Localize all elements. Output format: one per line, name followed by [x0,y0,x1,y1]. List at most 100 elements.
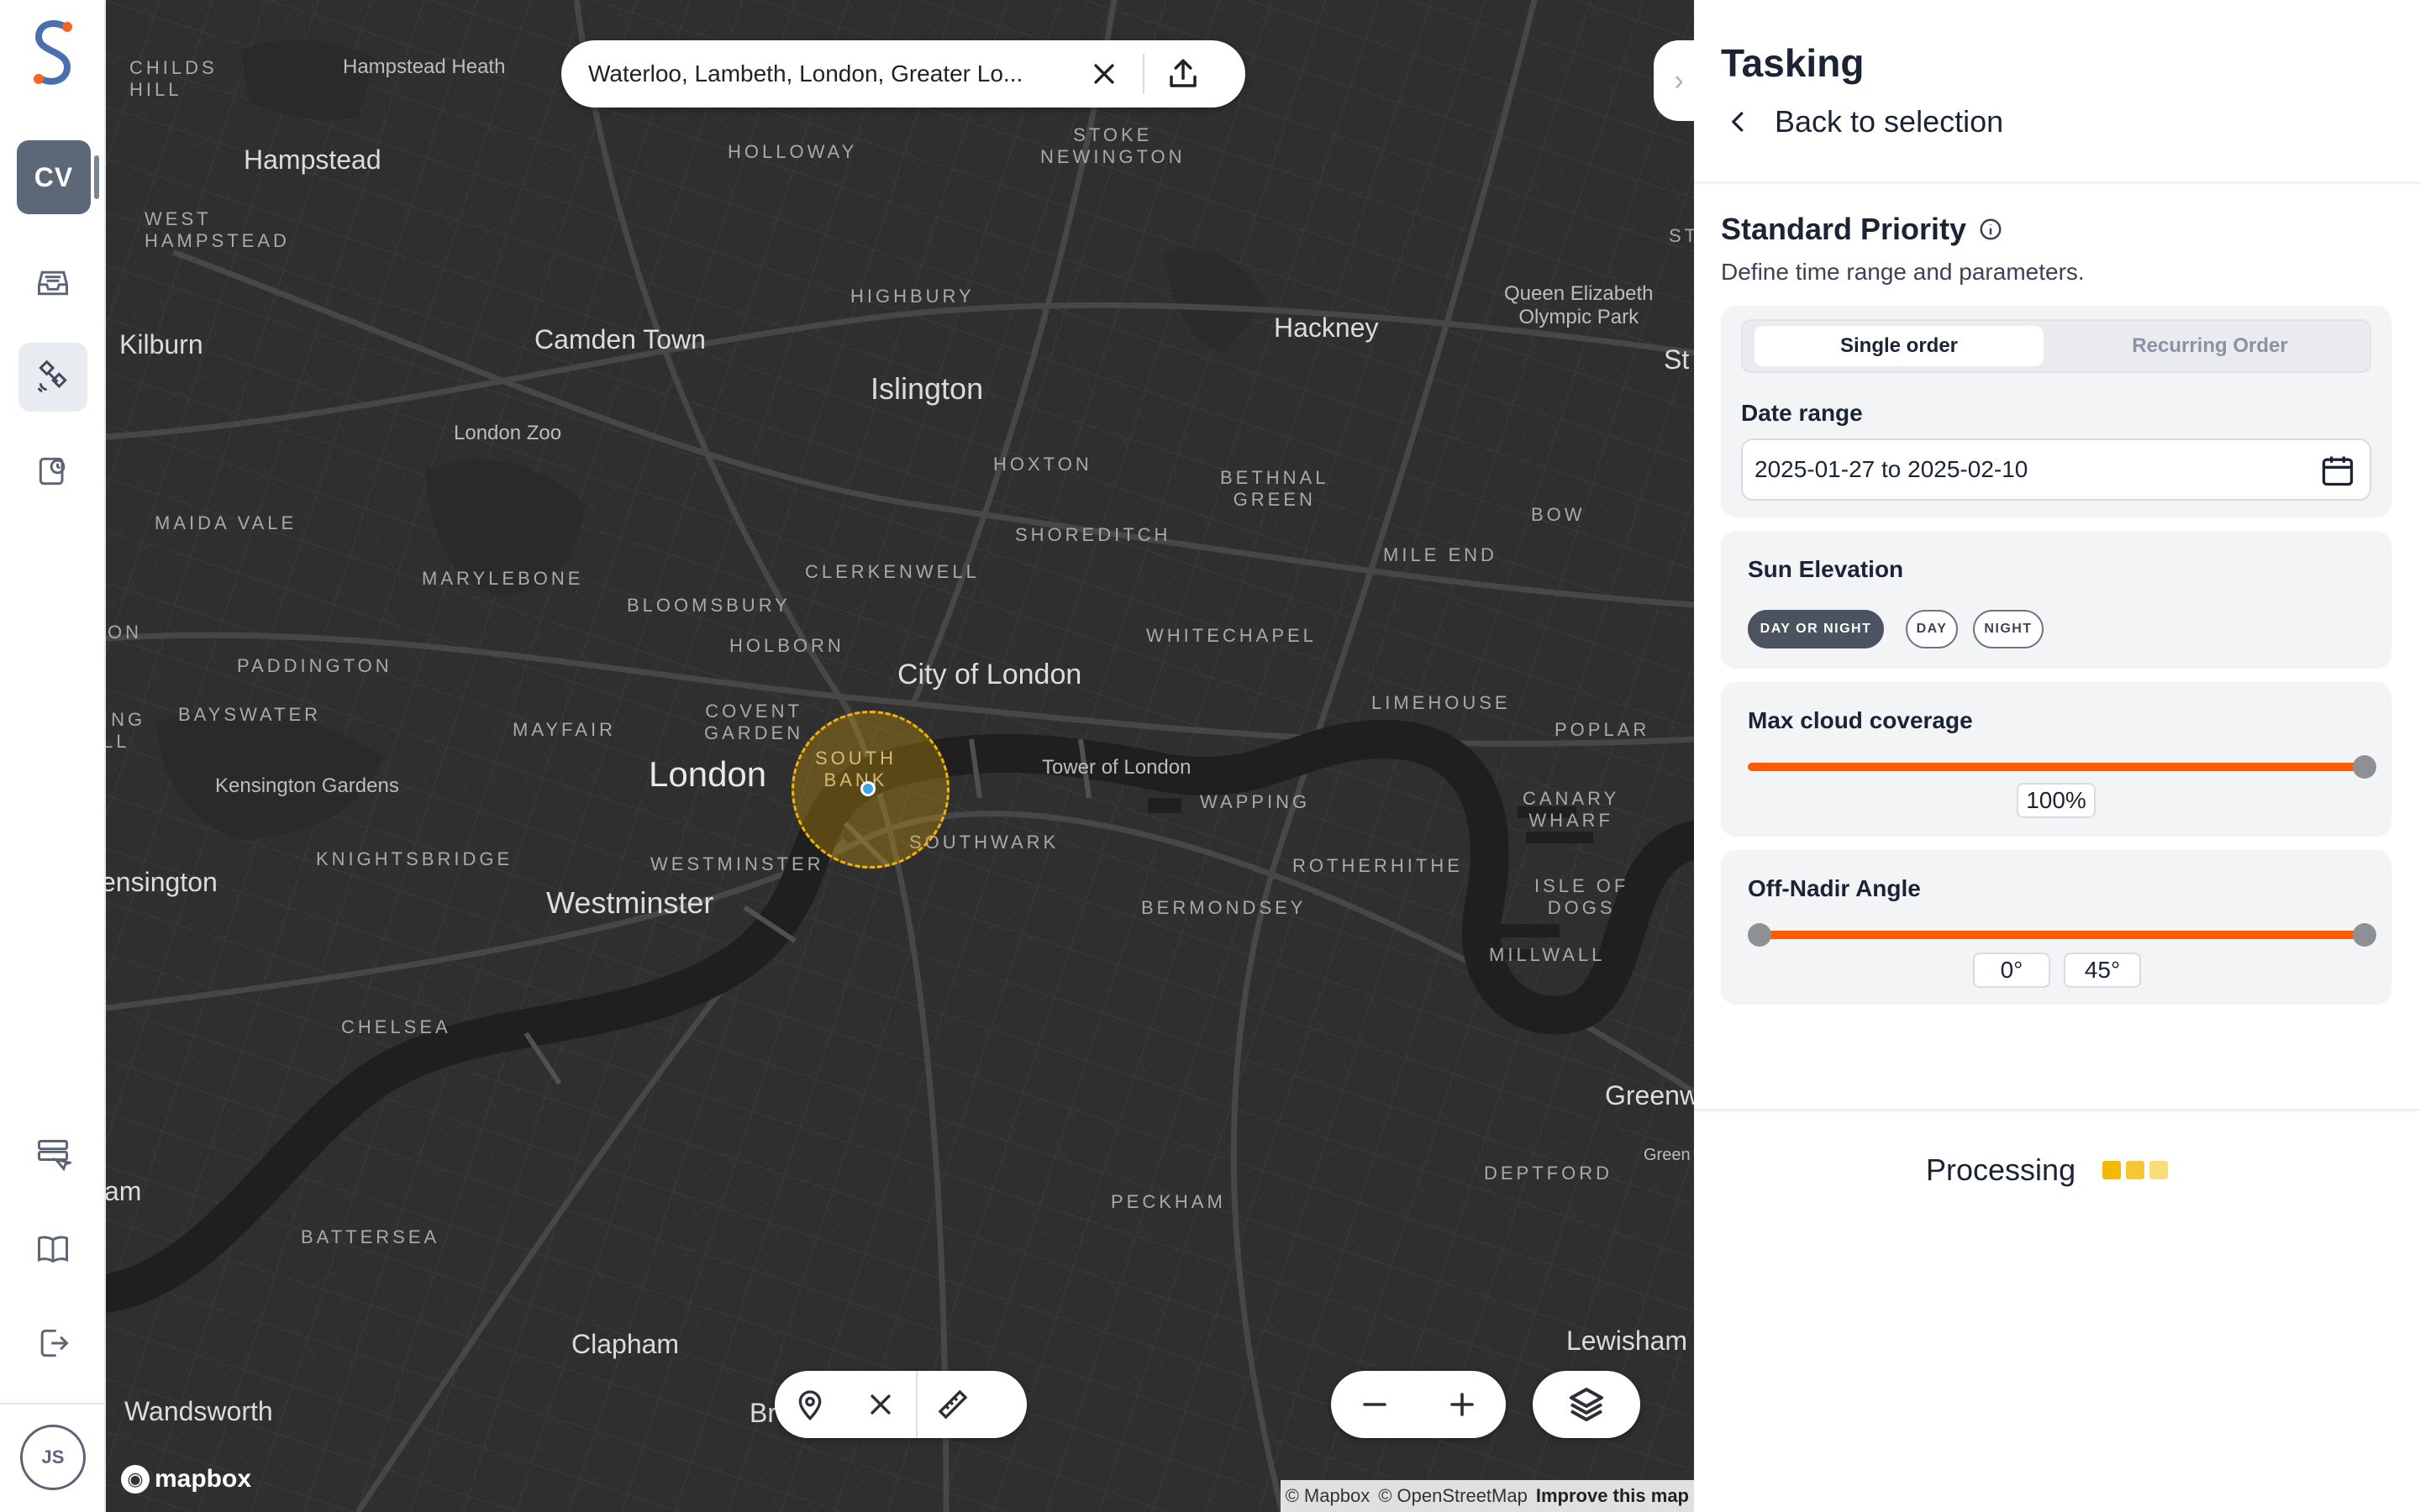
inbox-button[interactable] [18,249,87,318]
location-search: Waterloo, Lambeth, London, Greater Lo... [561,40,1245,108]
processing-dot [2102,1161,2122,1179]
place-label: LIMEHOUSE [1371,692,1511,713]
map-canvas[interactable]: CHILDS HILL Hampstead Heath Hampstead WES… [106,0,1694,1512]
place-label: Hampstead [244,144,381,175]
processing-dot [2126,1161,2145,1179]
nadir-min-value: 0° [1973,953,2050,988]
collapse-panel-button[interactable]: › [1654,40,1694,121]
nadir-max-handle[interactable] [2353,923,2376,947]
cloud-slider-track[interactable] [1748,763,2365,771]
search-input[interactable]: Waterloo, Lambeth, London, Greater Lo... [588,60,1067,87]
sun-elevation-label: Sun Elevation [1748,556,1904,582]
logout-icon [40,1329,69,1357]
close-icon [1094,64,1114,84]
nadir-min-handle[interactable] [1748,923,1771,947]
place-label: MILE END [1383,544,1497,565]
upload-button[interactable] [1156,47,1210,101]
place-label: ING LL [106,709,146,752]
tasking-button[interactable] [18,343,87,412]
place-label: STOKE NEWINGTON [1040,124,1186,167]
clear-search-button[interactable] [1077,47,1131,101]
place-label: BETHNAL GREEN [1220,467,1329,510]
layers-button[interactable] [1533,1371,1640,1438]
back-label: Back to selection [1775,104,2004,139]
place-label: St [1664,344,1690,375]
place-label: HOXTON [993,454,1092,475]
place-label: Lewisham [1566,1326,1688,1356]
sun-option-day[interactable]: DAY [1906,610,1958,648]
place-label: ISLE OF DOGS [1534,875,1629,918]
left-rail: CV JS [0,0,106,1512]
place-label: Kensington Gardens [215,774,399,797]
place-label: Westminster [546,885,714,920]
history-button[interactable] [18,437,87,506]
chevron-left-icon [1732,112,1744,132]
place-label: City of London [897,659,1082,690]
place-label: Hampstead Heath [343,55,506,78]
pin-tool-button[interactable] [775,1371,845,1438]
place-label: DEPTFORD [1484,1163,1612,1184]
close-icon [871,1394,891,1415]
order-type-toggle: Single order Recurring Order [1741,319,2371,373]
off-nadir-card: Off-Nadir Angle 0° 45° [1721,850,2391,1005]
panel-divider [1694,1109,2420,1111]
docs-button[interactable] [18,1215,87,1284]
priority-heading: Standard Priority [1721,212,2003,247]
cloud-slider-handle[interactable] [2353,755,2376,779]
nadir-slider-track[interactable] [1760,931,2365,939]
sun-option-day-or-night[interactable]: DAY OR NIGHT [1748,610,1884,648]
sun-elevation-card: Sun Elevation DAY OR NIGHT DAY NIGHT [1721,531,2391,669]
place-label: ensington [106,867,218,897]
place-label: Wandsworth [124,1396,273,1426]
cloud-coverage-card: Max cloud coverage 100% [1721,682,2391,837]
attribution-osm-link[interactable]: © OpenStreetMap [1378,1485,1528,1507]
logout-button[interactable] [18,1309,87,1378]
place-label: MILLWALL [1489,944,1606,965]
back-to-selection-link[interactable]: Back to selection [1726,104,2003,139]
place-label: CANARY WHARF [1523,788,1620,831]
place-label: MARYLEBONE [422,568,584,589]
place-label: Clapham [571,1329,680,1359]
zoom-out-button[interactable] [1339,1371,1410,1438]
satellite-icon [38,360,67,392]
place-label: POPLAR [1555,719,1650,740]
single-order-tab[interactable]: Single order [1754,326,2044,366]
order-card: Single order Recurring Order Date range … [1721,306,2391,517]
place-label: am [106,1176,142,1206]
zoom-in-button[interactable] [1427,1371,1497,1438]
nadir-max-value: 45° [2064,953,2141,988]
processing-dot [2149,1161,2169,1179]
place-label: MAIDA VALE [155,512,297,533]
calendar-icon[interactable] [2319,452,2356,489]
upload-icon [1170,59,1197,87]
org-switcher-button[interactable]: CV [17,140,99,214]
improve-map-link[interactable]: Improve this map [1536,1485,1689,1507]
layers-icon [1570,1388,1603,1421]
date-range-input[interactable]: 2025-01-27 to 2025-02-10 [1741,438,2371,501]
app-logo-icon[interactable] [29,18,77,87]
place-label: CLERKENWELL [805,561,980,582]
place-label: Kilburn [119,329,203,360]
place-label: London Zoo [454,422,562,444]
date-range-label: Date range [1741,400,1863,426]
plus-icon [1450,1393,1474,1416]
measure-tool-button[interactable] [918,1371,988,1438]
map-attribution: © Mapbox © OpenStreetMap Improve this ma… [1280,1480,1694,1512]
form-select-button[interactable] [18,1121,87,1189]
info-icon[interactable] [1978,217,2003,242]
clear-drawing-button[interactable] [845,1371,916,1438]
recurring-order-tab[interactable]: Recurring Order [2059,326,2361,366]
place-label: SHOREDITCH [1015,524,1171,545]
sun-option-night[interactable]: NIGHT [1973,610,2044,648]
minus-icon [1363,1403,1386,1406]
user-avatar[interactable]: JS [20,1425,86,1490]
place-label: BERMONDSEY [1141,897,1307,918]
place-label: BAYSWATER [178,704,322,725]
mapbox-logo: ◉ mapbox [121,1465,251,1494]
zoom-control [1331,1371,1506,1438]
aoi-center-marker[interactable] [860,781,876,796]
place-label: Green [1644,1146,1691,1164]
attribution-mapbox-link[interactable]: © Mapbox [1286,1485,1370,1507]
place-label: WESTMINSTER [650,853,824,874]
off-nadir-label: Off-Nadir Angle [1748,875,1921,901]
